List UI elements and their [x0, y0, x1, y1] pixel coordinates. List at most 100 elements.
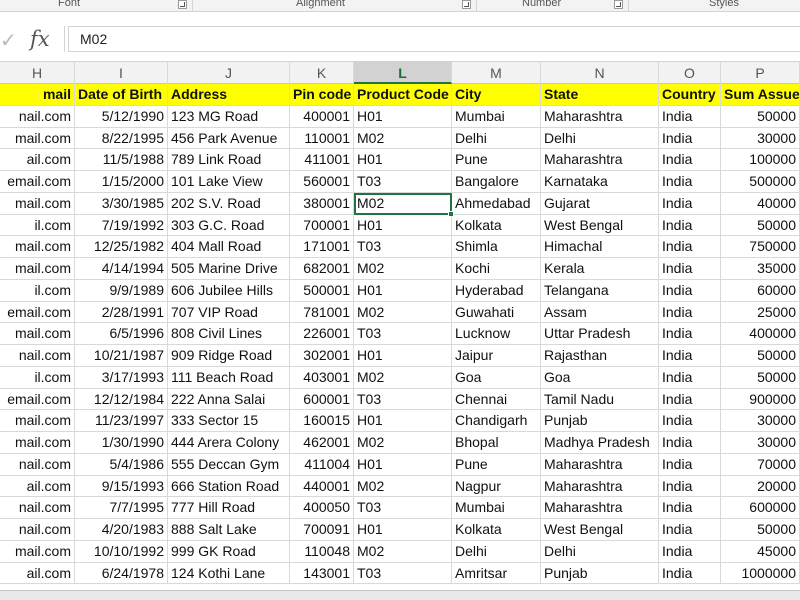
cell[interactable]: Uttar Pradesh: [541, 323, 659, 345]
cell[interactable]: Maharashtra: [541, 105, 659, 128]
checkmark-icon[interactable]: ✓: [0, 30, 18, 52]
insert-function-icon[interactable]: fx: [30, 26, 58, 52]
cell[interactable]: Jaipur: [452, 345, 541, 367]
cell[interactable]: Assam: [541, 301, 659, 324]
column-header-m[interactable]: M: [452, 62, 541, 84]
cell[interactable]: nail.com: [0, 105, 75, 128]
cell[interactable]: 505 Marine Drive: [168, 258, 290, 280]
cell[interactable]: M02: [354, 301, 452, 324]
header-cell[interactable]: mail: [0, 84, 75, 106]
cell[interactable]: 45000: [721, 540, 800, 563]
cell[interactable]: India: [659, 214, 721, 237]
cell[interactable]: Gujarat: [541, 192, 659, 215]
cell[interactable]: Maharashtra: [541, 475, 659, 498]
cell[interactable]: 700091: [290, 519, 354, 541]
cell[interactable]: Delhi: [452, 127, 541, 150]
cell[interactable]: 404 Mall Road: [168, 236, 290, 258]
cell[interactable]: 302001: [290, 345, 354, 367]
cell[interactable]: 30000: [721, 410, 800, 432]
cell[interactable]: 8/22/1995: [75, 127, 168, 150]
cell[interactable]: mail.com: [0, 127, 75, 150]
cell[interactable]: 25000: [721, 301, 800, 324]
cell[interactable]: 30000: [721, 127, 800, 150]
cell[interactable]: Nagpur: [452, 475, 541, 498]
header-cell[interactable]: Sum Assuer: [721, 84, 800, 106]
cell[interactable]: Punjab: [541, 562, 659, 585]
cell[interactable]: nail.com: [0, 497, 75, 519]
cell[interactable]: Rajasthan: [541, 345, 659, 367]
cell[interactable]: 900000: [721, 388, 800, 411]
cell[interactable]: M02: [354, 540, 452, 563]
cell[interactable]: il.com: [0, 279, 75, 302]
cell[interactable]: 789 Link Road: [168, 149, 290, 171]
cell[interactable]: India: [659, 192, 721, 215]
cell[interactable]: India: [659, 519, 721, 541]
cell[interactable]: Kolkata: [452, 519, 541, 541]
cell[interactable]: nail.com: [0, 453, 75, 476]
cell[interactable]: Ahmedabad: [452, 192, 541, 215]
cell[interactable]: India: [659, 105, 721, 128]
cell[interactable]: 11/5/1988: [75, 149, 168, 171]
column-header-o[interactable]: O: [659, 62, 721, 84]
cell[interactable]: 12/25/1982: [75, 236, 168, 258]
cell[interactable]: 60000: [721, 279, 800, 302]
cell[interactable]: ail.com: [0, 475, 75, 498]
cell[interactable]: 12/12/1984: [75, 388, 168, 411]
cell[interactable]: mail.com: [0, 192, 75, 215]
cell[interactable]: Guwahati: [452, 301, 541, 324]
cell[interactable]: 400050: [290, 497, 354, 519]
cell[interactable]: 11/23/1997: [75, 410, 168, 432]
cell[interactable]: Tamil Nadu: [541, 388, 659, 411]
cell[interactable]: Delhi: [541, 540, 659, 563]
cell[interactable]: 3/17/1993: [75, 366, 168, 389]
cell[interactable]: 411004: [290, 453, 354, 476]
cell[interactable]: M02: [354, 258, 452, 280]
cell[interactable]: 1/30/1990: [75, 432, 168, 454]
cell[interactable]: 808 Civil Lines: [168, 323, 290, 345]
cell[interactable]: Bangalore: [452, 171, 541, 193]
cell[interactable]: M02: [354, 432, 452, 454]
cell[interactable]: 380001: [290, 192, 354, 215]
cell[interactable]: mail.com: [0, 258, 75, 280]
cell[interactable]: H01: [354, 345, 452, 367]
cell[interactable]: ail.com: [0, 562, 75, 585]
cell[interactable]: Madhya Pradesh: [541, 432, 659, 454]
cell[interactable]: 462001: [290, 432, 354, 454]
cell[interactable]: 30000: [721, 432, 800, 454]
cell[interactable]: Chandigarh: [452, 410, 541, 432]
cell[interactable]: Lucknow: [452, 323, 541, 345]
cell[interactable]: Maharashtra: [541, 453, 659, 476]
cell[interactable]: India: [659, 258, 721, 280]
cell[interactable]: 101 Lake View: [168, 171, 290, 193]
cell[interactable]: Delhi: [541, 127, 659, 150]
cell[interactable]: West Bengal: [541, 214, 659, 237]
cell[interactable]: nail.com: [0, 519, 75, 541]
header-cell[interactable]: City: [452, 84, 541, 106]
cell[interactable]: India: [659, 432, 721, 454]
cell[interactable]: 70000: [721, 453, 800, 476]
header-cell[interactable]: Address: [168, 84, 290, 106]
cell[interactable]: Pune: [452, 149, 541, 171]
cell[interactable]: 600000: [721, 497, 800, 519]
cell[interactable]: Himachal: [541, 236, 659, 258]
cell[interactable]: Bhopal: [452, 432, 541, 454]
cell[interactable]: Delhi: [452, 540, 541, 563]
cell[interactable]: India: [659, 279, 721, 302]
cell[interactable]: Maharashtra: [541, 149, 659, 171]
column-header-h[interactable]: H: [0, 62, 75, 84]
cell[interactable]: T03: [354, 323, 452, 345]
cell[interactable]: Hyderabad: [452, 279, 541, 302]
cell[interactable]: 403001: [290, 366, 354, 389]
cell[interactable]: 555 Deccan Gym: [168, 453, 290, 476]
cell[interactable]: 303 G.C. Road: [168, 214, 290, 237]
cell[interactable]: mail.com: [0, 540, 75, 563]
header-cell[interactable]: Product Code: [354, 84, 452, 106]
cell[interactable]: mail.com: [0, 236, 75, 258]
cell[interactable]: 4/14/1994: [75, 258, 168, 280]
cell[interactable]: 682001: [290, 258, 354, 280]
cell[interactable]: nail.com: [0, 345, 75, 367]
cell[interactable]: 10/10/1992: [75, 540, 168, 563]
cell[interactable]: India: [659, 149, 721, 171]
cell[interactable]: 50000: [721, 519, 800, 541]
cell[interactable]: 202 S.V. Road: [168, 192, 290, 215]
